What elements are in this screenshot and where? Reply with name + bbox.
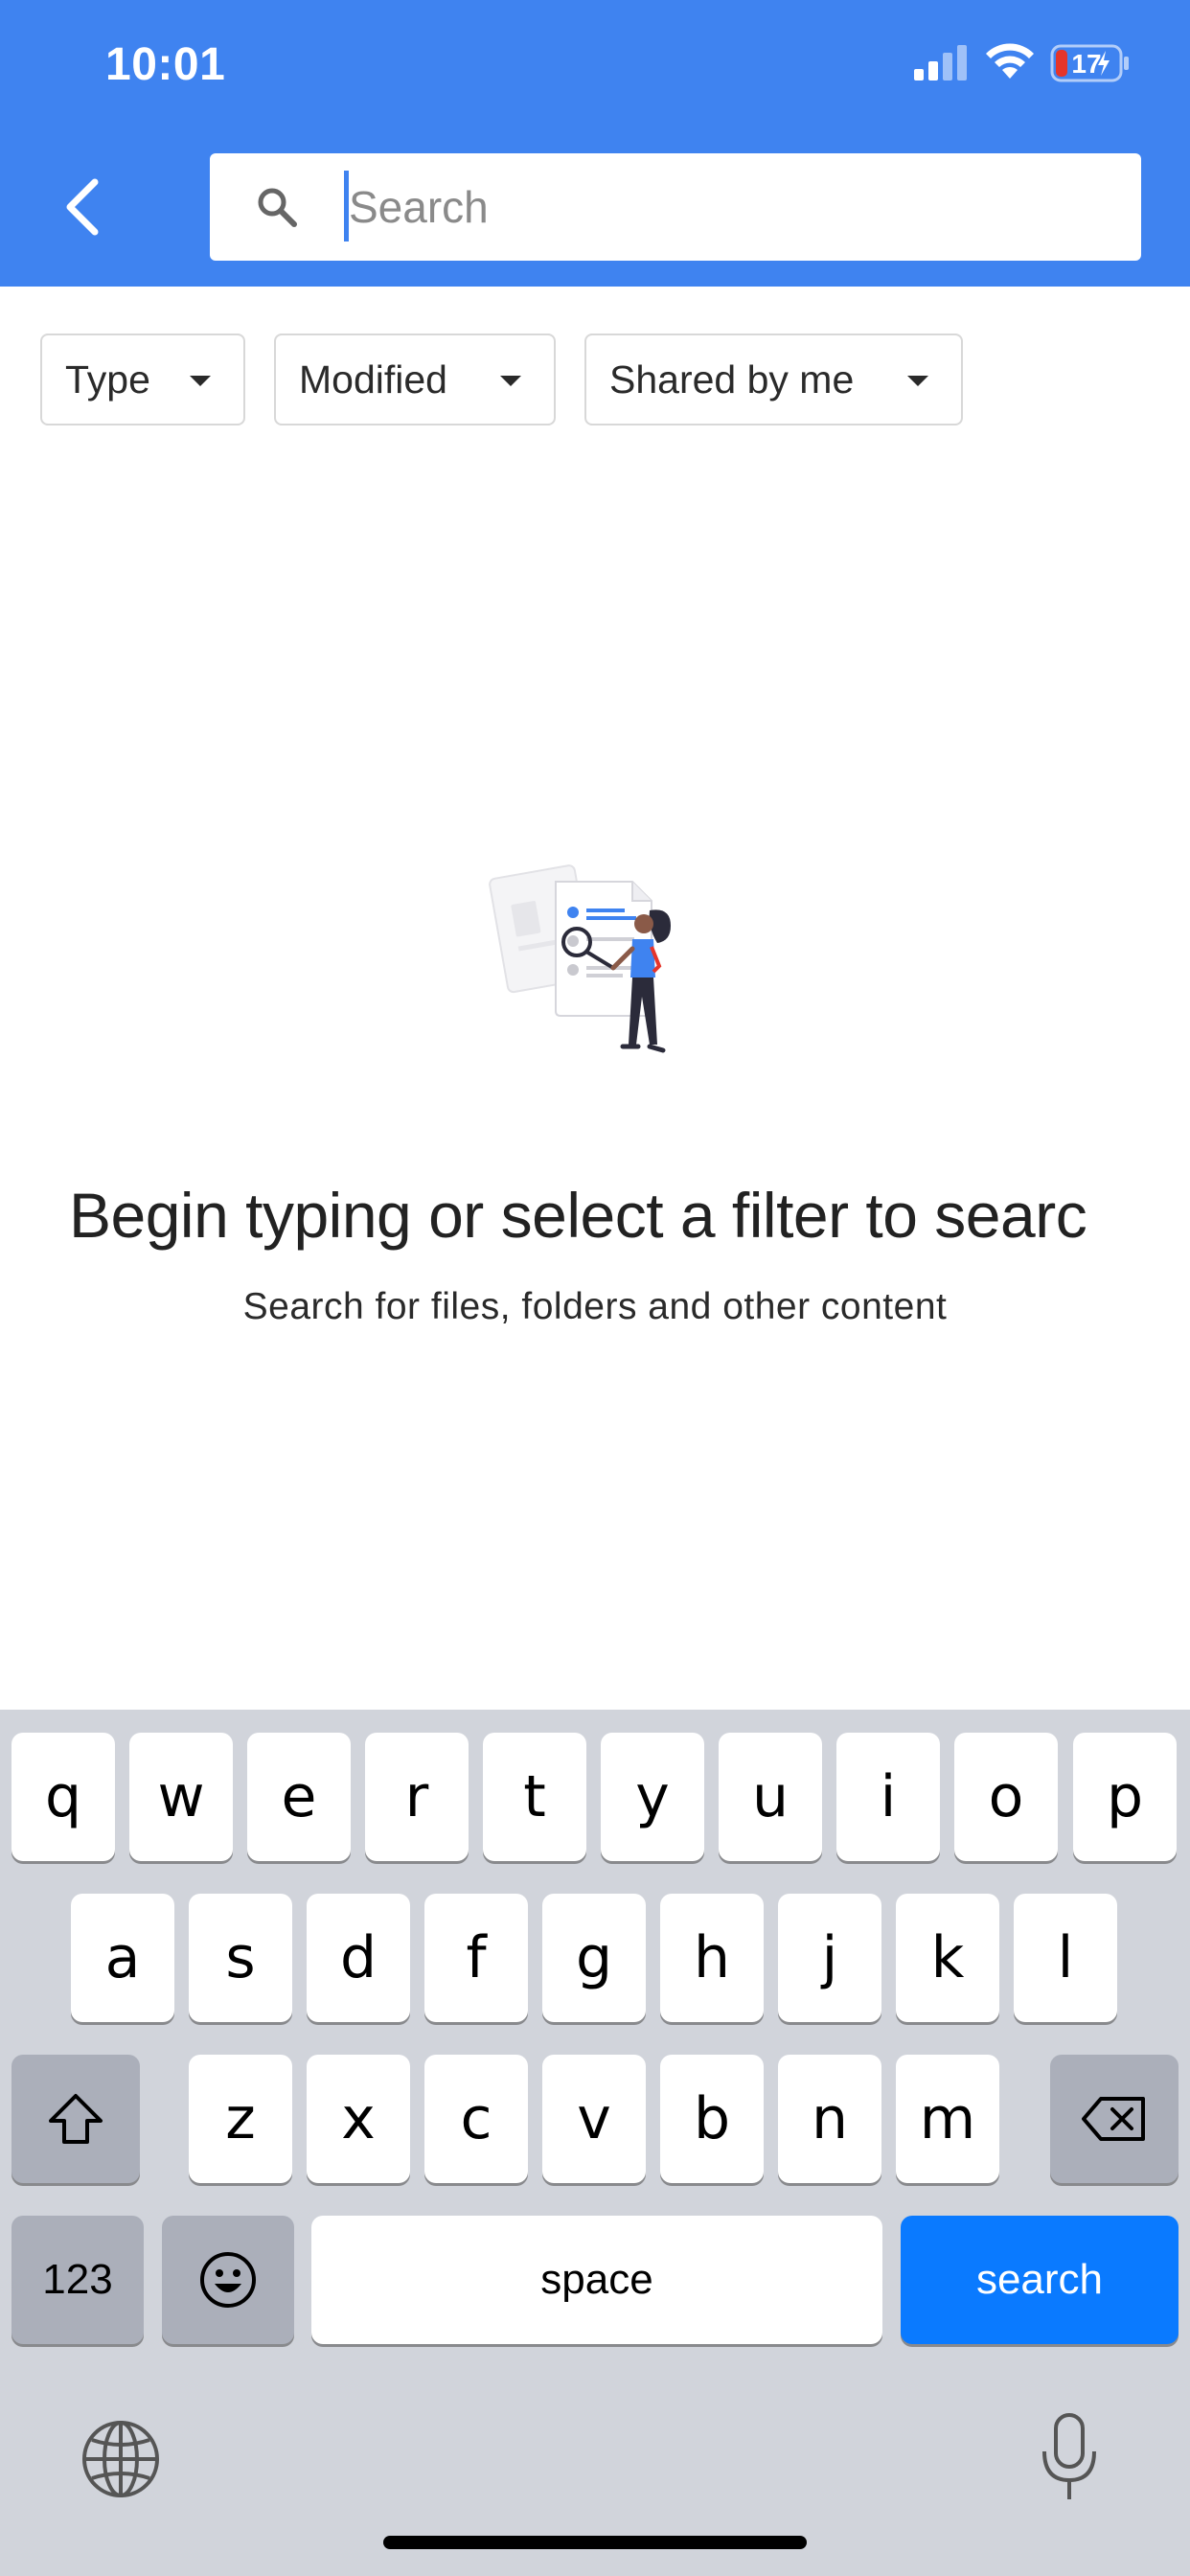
search-key[interactable]: search <box>901 2216 1179 2344</box>
key-r[interactable]: r <box>365 1733 469 1861</box>
battery-charging-icon: 17 <box>1050 44 1129 82</box>
empty-state-title: Begin typing or select a filter to searc <box>69 1180 1087 1251</box>
key-e[interactable]: e <box>247 1733 351 1861</box>
shift-icon <box>49 2094 103 2144</box>
search-screen: 10:01 17 Search Type Modified Shared by … <box>0 0 1190 2576</box>
empty-state-subtitle: Search for files, folders and other cont… <box>242 1286 948 1327</box>
filter-shared-by-me-button[interactable]: Shared by me <box>584 334 963 426</box>
key-p[interactable]: p <box>1073 1733 1177 1861</box>
battery-level: 17 <box>1071 49 1101 79</box>
key-g[interactable]: g <box>542 1894 646 2022</box>
key-m[interactable]: m <box>896 2055 999 2183</box>
key-s[interactable]: s <box>189 1894 292 2022</box>
key-b[interactable]: b <box>660 2055 764 2183</box>
key-t[interactable]: t <box>483 1733 586 1861</box>
filter-type-button[interactable]: Type <box>40 334 245 426</box>
search-input[interactable] <box>349 153 1115 261</box>
key-y[interactable]: y <box>601 1733 704 1861</box>
key-o[interactable]: o <box>954 1733 1058 1861</box>
key-c[interactable]: c <box>424 2055 528 2183</box>
header-bar: 10:01 17 <box>0 0 1190 287</box>
key-i[interactable]: i <box>836 1733 940 1861</box>
key-v[interactable]: v <box>542 2055 646 2183</box>
filter-modified-label: Modified <box>299 356 447 402</box>
key-w[interactable]: w <box>129 1733 233 1861</box>
key-d[interactable]: d <box>307 1894 410 2022</box>
emoji-icon <box>200 2252 256 2308</box>
filter-modified-button[interactable]: Modified <box>274 334 556 426</box>
search-icon <box>258 188 297 227</box>
microphone-icon <box>1042 2413 1096 2499</box>
key-a[interactable]: a <box>71 1894 174 2022</box>
backspace-icon <box>1082 2097 1145 2141</box>
person-searching-documents-illustration <box>489 864 671 1053</box>
back-button[interactable] <box>48 169 115 245</box>
home-indicator[interactable] <box>383 2536 807 2549</box>
space-key[interactable]: space <box>311 2216 882 2344</box>
shift-key[interactable] <box>11 2055 140 2183</box>
key-z[interactable]: z <box>189 2055 292 2183</box>
key-l[interactable]: l <box>1014 1894 1117 2022</box>
wifi-icon <box>986 43 1034 79</box>
key-h[interactable]: h <box>660 1894 764 2022</box>
emoji-key[interactable] <box>162 2216 294 2344</box>
key-u[interactable]: u <box>719 1733 822 1861</box>
filter-type-label: Type <box>65 356 150 402</box>
key-n[interactable]: n <box>778 2055 881 2183</box>
on-screen-keyboard: q w e r t y u i o p a s d f g h j k l z … <box>0 1710 1190 2576</box>
key-f[interactable]: f <box>424 1894 528 2022</box>
cellular-signal-icon <box>914 45 967 80</box>
globe-button[interactable] <box>79 2417 163 2501</box>
chevron-left-icon <box>66 178 99 236</box>
search-bar[interactable] <box>210 153 1141 261</box>
dropdown-arrow-icon <box>190 376 211 386</box>
numbers-key[interactable]: 123 <box>11 2216 144 2344</box>
delete-key[interactable] <box>1050 2055 1179 2183</box>
key-k[interactable]: k <box>896 1894 999 2022</box>
dictation-button[interactable] <box>1035 2409 1104 2505</box>
dropdown-arrow-icon <box>907 376 928 386</box>
key-x[interactable]: x <box>307 2055 410 2183</box>
dropdown-arrow-icon <box>500 376 521 386</box>
key-q[interactable]: q <box>11 1733 115 1861</box>
key-j[interactable]: j <box>778 1894 881 2022</box>
status-time: 10:01 <box>105 39 226 90</box>
globe-icon <box>82 2421 159 2497</box>
filter-shared-label: Shared by me <box>609 356 855 402</box>
